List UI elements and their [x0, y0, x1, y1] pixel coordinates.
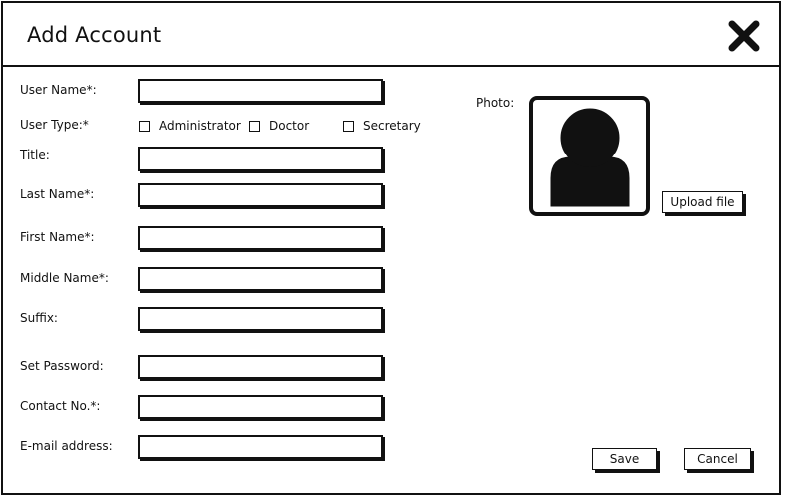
title-label: Title: — [20, 148, 50, 162]
last-name-field[interactable] — [138, 183, 383, 207]
email-label: E-mail address: — [20, 439, 113, 453]
suffix-label: Suffix: — [20, 311, 58, 325]
contact-label: Contact No.*: — [20, 399, 101, 413]
secretary-checkbox-label: Secretary — [363, 119, 421, 133]
last-name-label: Last Name*: — [20, 187, 95, 201]
password-label: Set Password: — [20, 359, 104, 373]
username-label: User Name*: — [20, 83, 97, 97]
dialog-title: Add Account — [27, 23, 162, 47]
dialog-titlebar: Add Account — [3, 3, 779, 67]
photo-label: Photo: — [476, 96, 515, 110]
middle-name-label: Middle Name*: — [20, 271, 109, 285]
upload-file-button[interactable]: Upload file — [662, 191, 743, 213]
doctor-checkbox[interactable] — [249, 121, 260, 132]
password-field[interactable] — [138, 355, 383, 379]
first-name-field[interactable] — [138, 226, 383, 250]
username-field[interactable] — [138, 79, 383, 103]
close-icon[interactable] — [727, 19, 761, 53]
first-name-label: First Name*: — [20, 230, 95, 244]
contact-field[interactable] — [138, 395, 383, 419]
suffix-field[interactable] — [138, 307, 383, 331]
secretary-checkbox[interactable] — [343, 121, 354, 132]
user-type-label: User Type:* — [20, 118, 89, 132]
administrator-checkbox-label: Administrator — [159, 119, 241, 133]
save-button[interactable]: Save — [592, 448, 657, 470]
cancel-button[interactable]: Cancel — [684, 448, 751, 470]
administrator-checkbox[interactable] — [139, 121, 150, 132]
add-account-dialog: Add Account — [1, 1, 781, 495]
user-avatar-icon — [547, 105, 633, 210]
photo-frame — [529, 96, 650, 216]
middle-name-field[interactable] — [138, 267, 383, 291]
title-field[interactable] — [138, 147, 383, 171]
email-field[interactable] — [138, 435, 383, 459]
doctor-checkbox-label: Doctor — [269, 119, 310, 133]
